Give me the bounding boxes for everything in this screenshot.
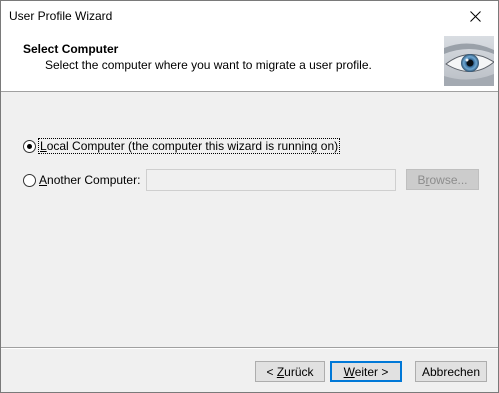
page-title: Select Computer [23,42,119,56]
local-computer-label: Local Computer (the computer this wizard… [37,138,341,154]
wizard-window: User Profile Wizard Select Computer Sele… [0,0,499,393]
another-computer-label: Another Computer: [39,173,141,187]
another-computer-option[interactable]: Another Computer: [23,172,140,188]
window-title: User Profile Wizard [9,9,113,23]
title-bar: User Profile Wizard [1,1,498,32]
local-computer-radio[interactable] [23,139,36,153]
next-button[interactable]: Weiter > [330,361,402,382]
page-subtitle: Select the computer where you want to mi… [45,58,372,72]
close-icon [469,11,481,22]
cancel-button[interactable]: Abbrechen [415,361,487,382]
another-computer-radio[interactable] [23,173,36,187]
local-computer-option[interactable]: Local Computer (the computer this wizard… [23,138,341,154]
browse-button[interactable]: Browse... [406,169,479,190]
wizard-header: Select Computer Select the computer wher… [1,32,498,92]
back-button[interactable]: < Zurück [255,361,325,382]
close-button[interactable] [452,1,498,32]
eye-image [444,36,494,86]
computer-name-input[interactable] [146,169,396,191]
footer-separator [1,347,498,349]
